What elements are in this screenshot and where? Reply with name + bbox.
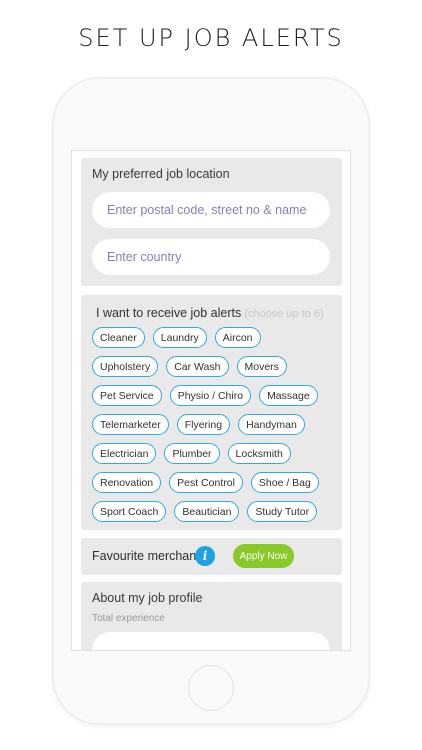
home-button[interactable] bbox=[188, 665, 234, 711]
chip-cleaner[interactable]: Cleaner bbox=[92, 327, 145, 348]
chip-row: Sport Coach Beautician Study Tutor bbox=[92, 501, 337, 522]
favourite-merchant-card: Favourite merchant i Apply Now bbox=[81, 538, 342, 575]
chip-locksmith[interactable]: Locksmith bbox=[227, 443, 291, 464]
chip-row: Renovation Pest Control Shoe / Bag bbox=[92, 472, 337, 493]
location-card: My preferred job location Enter postal c… bbox=[81, 158, 342, 286]
alerts-title: I want to receive job alerts bbox=[96, 306, 242, 320]
chip-row: Electrician Plumber Locksmith bbox=[92, 443, 337, 464]
chip-renovation[interactable]: Renovation bbox=[92, 472, 162, 493]
chip-row: Upholstery Car Wash Movers bbox=[92, 356, 337, 377]
chip-massage[interactable]: Massage bbox=[259, 385, 318, 406]
chip-car-wash[interactable]: Car Wash bbox=[166, 356, 229, 377]
experience-input[interactable] bbox=[92, 632, 330, 650]
chip-pet-service[interactable]: Pet Service bbox=[92, 385, 162, 406]
job-category-chips: Cleaner Laundry Aircon Upholstery Car Wa… bbox=[92, 327, 337, 530]
info-icon[interactable]: i bbox=[195, 546, 215, 566]
job-alerts-card: I want to receive job alerts (choose up t… bbox=[81, 295, 342, 530]
country-input[interactable]: Enter country bbox=[92, 239, 330, 275]
apply-now-button[interactable]: Apply Now bbox=[233, 544, 294, 568]
chip-pest-control[interactable]: Pest Control bbox=[169, 472, 243, 493]
chip-plumber[interactable]: Plumber bbox=[164, 443, 220, 464]
chip-aircon[interactable]: Aircon bbox=[214, 327, 261, 348]
alerts-heading: I want to receive job alerts (choose up t… bbox=[96, 306, 324, 320]
job-profile-card: About my job profile Total experience bbox=[81, 582, 342, 650]
profile-title: About my job profile bbox=[92, 591, 203, 605]
experience-label: Total experience bbox=[92, 613, 165, 624]
chip-study-tutor[interactable]: Study Tutor bbox=[247, 501, 318, 522]
chip-flyering[interactable]: Flyering bbox=[176, 414, 231, 435]
chip-sport-coach[interactable]: Sport Coach bbox=[92, 501, 167, 522]
chip-telemarketer[interactable]: Telemarketer bbox=[92, 414, 169, 435]
merchant-label: Favourite merchant bbox=[92, 549, 200, 563]
chip-laundry[interactable]: Laundry bbox=[152, 327, 207, 348]
chip-electrician[interactable]: Electrician bbox=[92, 443, 157, 464]
postal-input[interactable]: Enter postal code, street no & name bbox=[92, 192, 330, 228]
chip-beautician[interactable]: Beautician bbox=[174, 501, 240, 522]
chip-row: Pet Service Physio / Chiro Massage bbox=[92, 385, 337, 406]
chip-physio-chiro[interactable]: Physio / Chiro bbox=[169, 385, 252, 406]
chip-row: Telemarketer Flyering Handyman bbox=[92, 414, 337, 435]
chip-movers[interactable]: Movers bbox=[236, 356, 287, 377]
chip-shoe-bag[interactable]: Shoe / Bag bbox=[250, 472, 319, 493]
chip-row: Cleaner Laundry Aircon bbox=[92, 327, 337, 348]
chip-handyman[interactable]: Handyman bbox=[238, 414, 305, 435]
page-headline: SET UP JOB ALERTS bbox=[78, 24, 344, 52]
alerts-hint: (choose up to 6) bbox=[244, 308, 324, 320]
location-title: My preferred job location bbox=[92, 167, 230, 181]
chip-upholstery[interactable]: Upholstery bbox=[92, 356, 159, 377]
app-screen: My preferred job location Enter postal c… bbox=[71, 150, 351, 651]
